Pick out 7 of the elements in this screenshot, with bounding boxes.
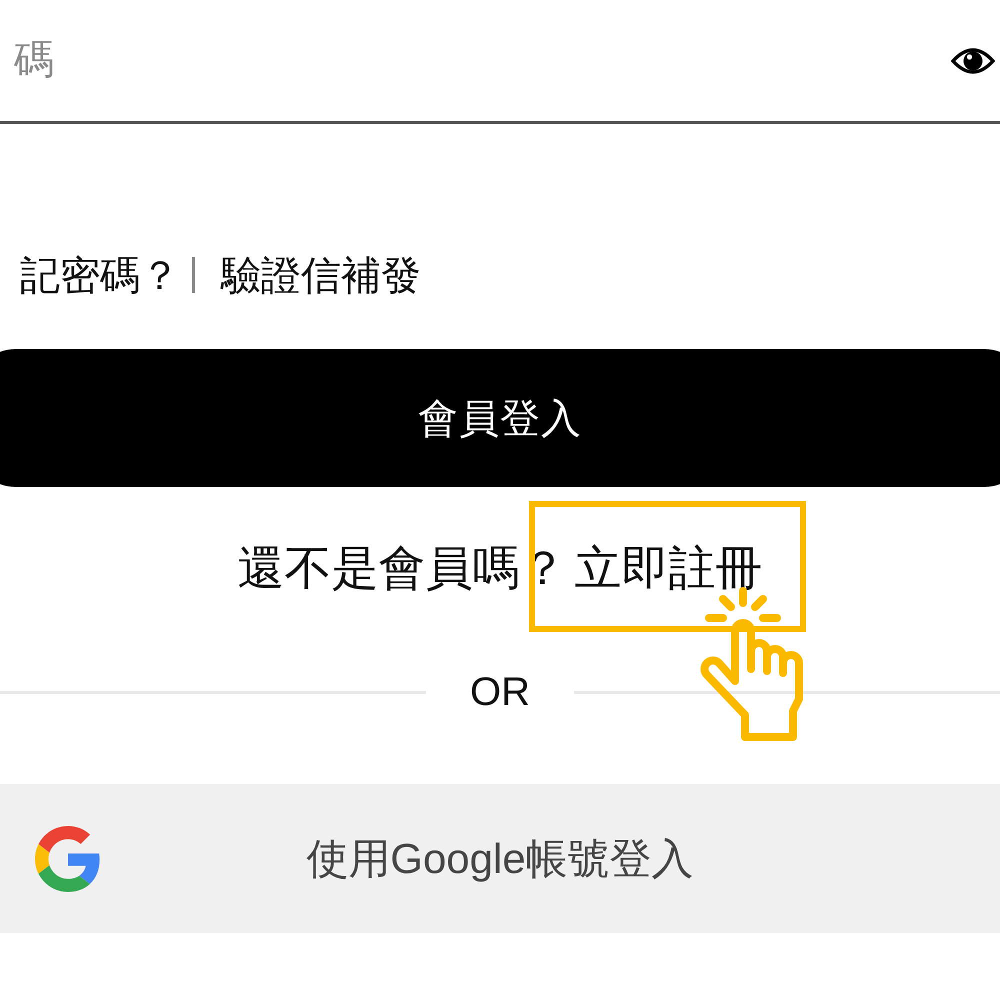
or-label: OR [470, 670, 530, 714]
google-logo-icon [35, 826, 101, 892]
login-button[interactable]: 會員登入 [0, 349, 1000, 487]
text-link[interactable]: 記密碼？ [20, 248, 180, 302]
text-link[interactable]: 驗證信補發 [221, 248, 421, 302]
register-link[interactable]: 立即註冊 [574, 536, 762, 600]
google-login-button[interactable]: 使用Google帳號登入 [0, 784, 1000, 933]
